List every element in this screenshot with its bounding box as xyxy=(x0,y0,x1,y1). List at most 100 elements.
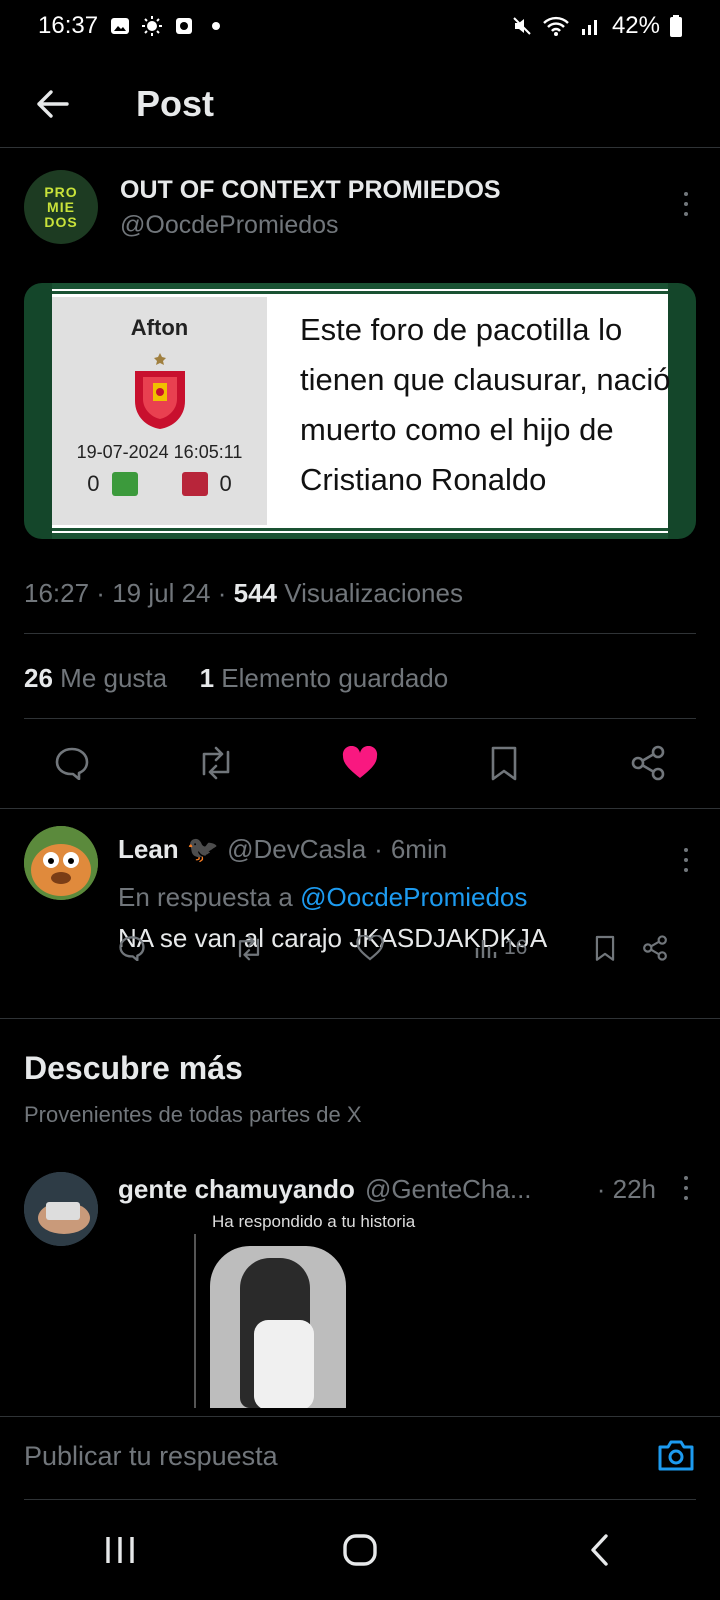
battery-icon xyxy=(670,15,682,37)
divider xyxy=(24,633,696,634)
post-header: PRO MIE DOS OUT OF CONTEXT PROMIEDOS @Oo… xyxy=(24,170,696,250)
post-time: 16:27 xyxy=(24,578,90,608)
avatar-text-3: DOS xyxy=(44,213,78,230)
creature-avatar-icon xyxy=(24,826,98,900)
avatar-text-2: MIE xyxy=(47,198,75,215)
composer-placeholder[interactable]: Publicar tu respuesta xyxy=(24,1441,278,1472)
bookmarks-label[interactable]: Elemento guardado xyxy=(221,663,448,693)
bookmarks-count[interactable]: 1 xyxy=(200,663,214,693)
forum-user-box: Afton 19-07-2024 16:05:11 0 0 xyxy=(52,297,267,525)
reply-avatar[interactable] xyxy=(24,826,98,900)
author-handle[interactable]: @OocdePromiedos xyxy=(120,211,676,240)
back-button[interactable] xyxy=(22,74,82,134)
heart-icon xyxy=(356,935,384,961)
feed-more-icon[interactable] xyxy=(676,1176,696,1200)
forum-dislikes: 0 xyxy=(219,471,232,496)
feed-media-image[interactable]: Ha respondido a tu historia xyxy=(194,1212,464,1408)
reply-repost-button[interactable] xyxy=(234,932,264,964)
forum-quote-text: Este foro de pacotilla lo tienen que cla… xyxy=(300,312,671,497)
system-back-button[interactable] xyxy=(570,1520,630,1580)
in-reply-to-link[interactable]: @OocdePromiedos xyxy=(300,882,527,912)
discover-title: Descubre más xyxy=(24,1050,243,1086)
reply-author-handle[interactable]: @DevCasla xyxy=(227,834,366,865)
bird-emoji: 🐦‍⬛ xyxy=(186,833,220,864)
mute-icon xyxy=(513,17,531,35)
post-stats: 26 Me gusta 1 Elemento guardado xyxy=(24,663,448,694)
feed-avatar[interactable] xyxy=(24,1172,98,1246)
bookmark-icon xyxy=(491,746,517,781)
feed-author-handle[interactable]: @GenteCha... xyxy=(365,1174,532,1205)
battery-level: 42% xyxy=(611,12,660,39)
reply-bookmark-button[interactable] xyxy=(594,932,616,964)
forum-post-date: 19-07-2024 16:05:11 xyxy=(76,442,243,462)
likes-count[interactable]: 26 xyxy=(24,663,53,693)
phone-hand-avatar-icon xyxy=(24,1172,98,1246)
divider xyxy=(24,718,696,719)
chevron-left-icon xyxy=(591,1534,608,1566)
post-date: 19 jul 24 xyxy=(112,578,211,608)
forum-username: Afton xyxy=(130,315,189,340)
recents-icon xyxy=(106,1537,134,1563)
repost-icon xyxy=(202,746,230,780)
bookmark-button[interactable] xyxy=(484,743,524,783)
forum-likes: 0 xyxy=(87,471,100,496)
in-reply-to-label: En respuesta a xyxy=(118,882,293,912)
share-button[interactable] xyxy=(628,743,668,783)
post-meta: 16:27 · 19 jul 24 · 544 Visualizaciones xyxy=(24,578,463,608)
reply-views-count: 16 xyxy=(504,936,528,959)
feed-age: · 22h xyxy=(596,1174,656,1204)
like-button[interactable] xyxy=(340,743,380,783)
reply-composer[interactable]: Publicar tu respuesta xyxy=(0,1416,720,1500)
discover-subtitle: Provenientes de todas partes de X xyxy=(24,1102,362,1127)
notification-dot-icon xyxy=(212,22,221,30)
author-name[interactable]: OUT OF CONTEXT PROMIEDOS xyxy=(120,176,676,205)
comment-icon xyxy=(55,747,89,780)
divider xyxy=(0,1018,720,1019)
home-button[interactable] xyxy=(330,1520,390,1580)
home-icon xyxy=(343,1534,377,1566)
recents-button[interactable] xyxy=(90,1520,150,1580)
reply-button[interactable] xyxy=(52,743,92,783)
wifi-icon xyxy=(543,16,569,36)
heart-filled-icon xyxy=(342,746,378,778)
status-time: 16:37 xyxy=(38,12,99,39)
system-nav-bar xyxy=(0,1500,720,1600)
camera-icon[interactable] xyxy=(656,1435,696,1475)
reply-author-name[interactable]: Lean xyxy=(118,834,179,865)
repost-button[interactable] xyxy=(196,743,236,783)
views-label: Visualizaciones xyxy=(284,578,463,608)
reply-comment-button[interactable] xyxy=(118,932,146,964)
page-title: Post xyxy=(136,82,215,124)
share-icon xyxy=(631,745,665,781)
reply-views-button[interactable]: 16 xyxy=(474,932,527,964)
thumbs-down-icon xyxy=(181,472,208,496)
bookmark-icon xyxy=(595,935,615,961)
brightness-icon xyxy=(142,16,163,36)
top-bar: Post xyxy=(0,60,720,148)
likes-label[interactable]: Me gusta xyxy=(60,663,167,693)
reply-item[interactable]: Lean 🐦‍⬛ @DevCasla · 6min En respuesta a… xyxy=(24,826,696,986)
feed-image-caption: Ha respondido a tu historia xyxy=(212,1212,416,1231)
analytics-icon xyxy=(475,940,497,958)
post-actions xyxy=(24,738,696,788)
reply-share-button[interactable] xyxy=(642,932,668,964)
avatar-text-1: PRO xyxy=(44,183,78,200)
spain-crest-icon xyxy=(134,353,185,429)
arrow-left-icon xyxy=(37,89,69,118)
reply-more-icon[interactable] xyxy=(676,848,696,872)
feed-author-name[interactable]: gente chamuyando xyxy=(118,1174,355,1205)
reply-like-button[interactable] xyxy=(356,932,384,964)
reply-age: 6min xyxy=(390,833,448,864)
discover-post[interactable]: gente chamuyando @GenteCha... · 22h Ha r… xyxy=(24,1168,696,1408)
thumbs-up-icon xyxy=(111,472,138,496)
post-media-image[interactable]: Afton 19-07-2024 16:05:11 0 0 Este foro … xyxy=(24,283,696,539)
screen-record-icon xyxy=(176,18,193,34)
status-bar: 16:37 42% xyxy=(0,0,720,52)
author-avatar[interactable]: PRO MIE DOS xyxy=(24,170,98,244)
gallery-icon xyxy=(111,18,130,34)
divider xyxy=(0,808,720,809)
comment-icon xyxy=(119,936,145,961)
views-count: 544 xyxy=(233,578,277,608)
repost-icon xyxy=(238,935,260,961)
more-options-icon[interactable] xyxy=(676,192,696,250)
